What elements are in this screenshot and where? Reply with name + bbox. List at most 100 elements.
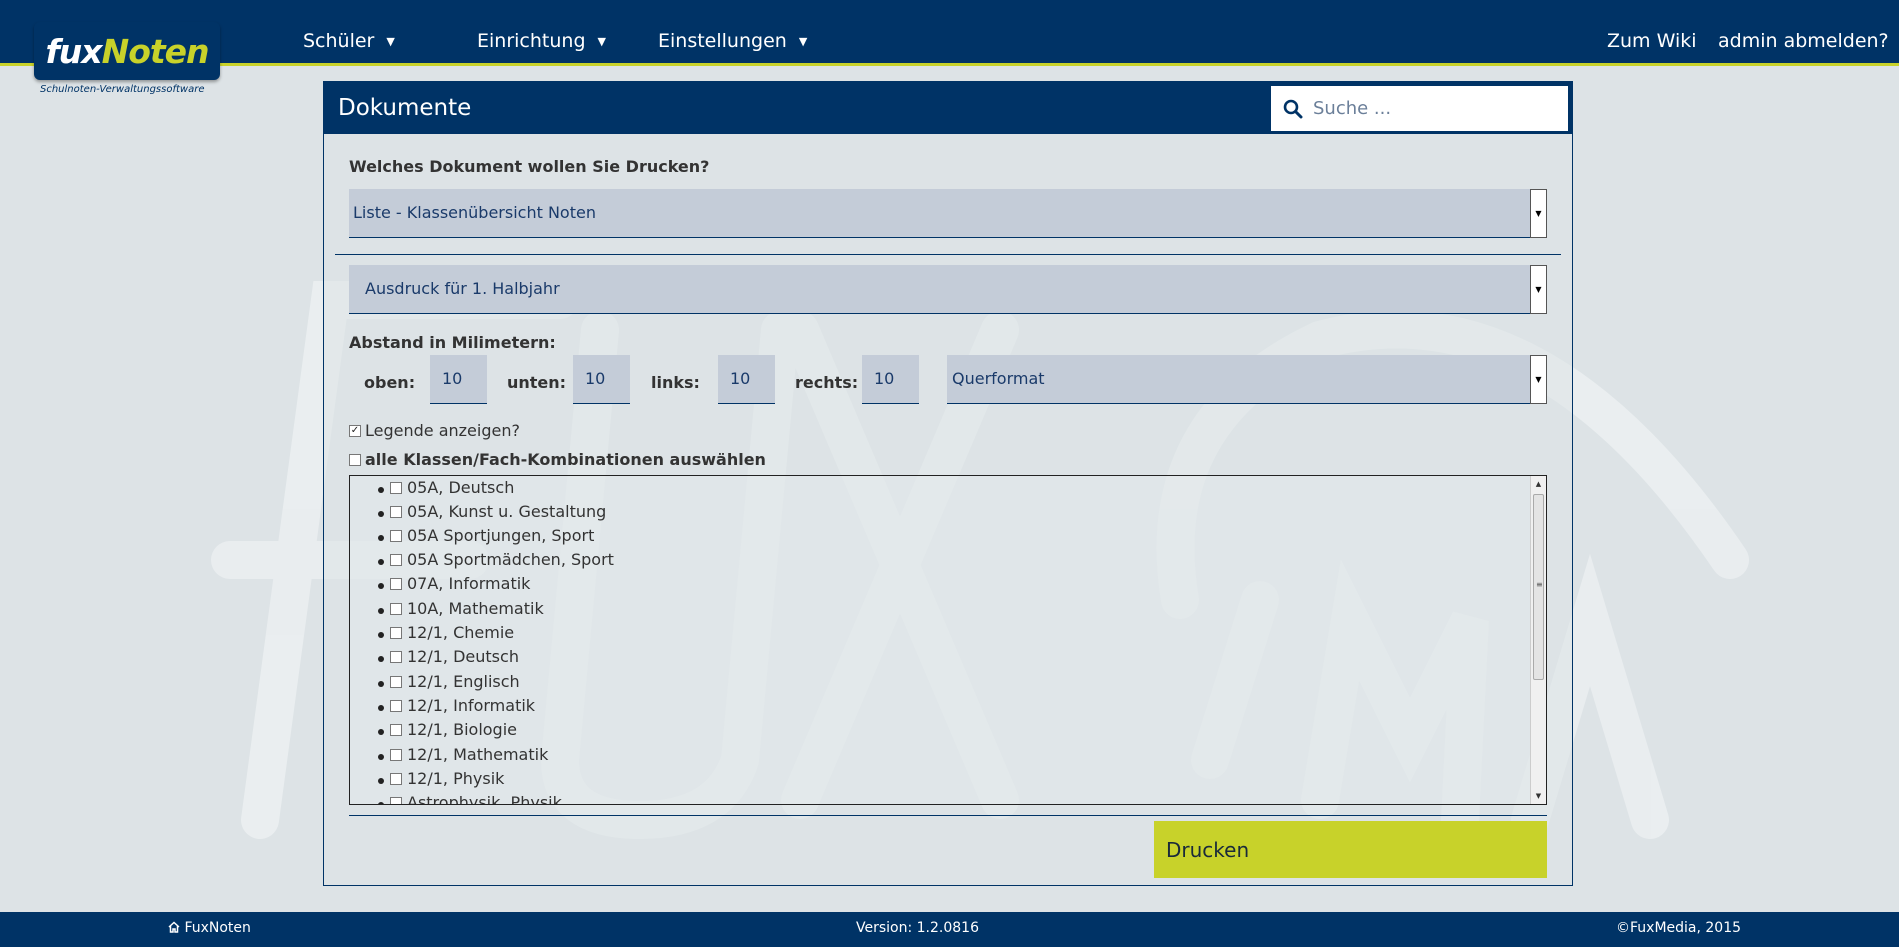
document-select-value: Liste - Klassenübersicht Noten — [353, 203, 596, 222]
nav-wiki-link[interactable]: Zum Wiki — [1607, 30, 1697, 52]
home-icon — [168, 921, 180, 933]
divider — [349, 815, 1547, 816]
bullet-icon — [378, 754, 384, 760]
app-logo[interactable]: fuxNoten — [34, 22, 220, 80]
bullet-icon — [378, 778, 384, 784]
combination-label: 12/1, Deutsch — [407, 647, 519, 666]
nav-logout-link[interactable]: admin abmelden? — [1718, 30, 1889, 52]
bullet-icon — [378, 608, 384, 614]
bullet-icon — [378, 681, 384, 687]
list-item: 12/1, Physik — [350, 768, 1520, 792]
bullet-icon — [378, 705, 384, 711]
search-input[interactable] — [1313, 98, 1543, 119]
scroll-down-arrow-icon[interactable]: ▼ — [1531, 788, 1546, 804]
margin-top-value: 10 — [442, 369, 463, 388]
bullet-icon — [378, 632, 384, 638]
combination-label: 05A, Deutsch — [407, 478, 515, 497]
list-item: 05A Sportmädchen, Sport — [350, 549, 1520, 573]
combination-label: 12/1, Informatik — [407, 696, 536, 715]
list-item: 07A, Informatik — [350, 573, 1520, 597]
divider — [335, 254, 1561, 255]
list-item: Astrophysik, Physik — [350, 792, 1520, 805]
list-item: 05A, Kunst u. Gestaltung — [350, 501, 1520, 525]
footer-version: Version: 1.2.0816 — [856, 920, 979, 936]
period-select-value: Ausdruck für 1. Halbjahr — [365, 279, 560, 298]
search-box[interactable] — [1269, 84, 1570, 133]
margin-bottom-value: 10 — [585, 369, 606, 388]
margin-left-input[interactable]: 10 — [718, 355, 775, 404]
nav-schueler[interactable]: Schüler ▼ — [303, 30, 395, 52]
footer-home-link[interactable]: FuxNoten — [168, 920, 251, 936]
scroll-thumb[interactable]: ≡ — [1533, 494, 1544, 680]
combination-label: 05A Sportjungen, Sport — [407, 526, 595, 545]
combination-checkbox[interactable] — [390, 530, 402, 542]
footer: FuxNoten Version: 1.2.0816 ©FuxMedia, 20… — [0, 912, 1899, 947]
legend-checkbox-label: Legende anzeigen? — [365, 421, 520, 440]
combination-label: 07A, Informatik — [407, 574, 531, 593]
nav-einrichtung-label: Einrichtung — [477, 30, 586, 52]
select-all-checkbox[interactable] — [349, 454, 361, 466]
logo-subtitle: Schulnoten-Verwaltungssoftware — [40, 84, 205, 95]
print-button[interactable]: Drucken — [1154, 821, 1547, 878]
grip-icon: ≡ — [1536, 580, 1543, 589]
select-all-checkbox-label: alle Klassen/Fach-Kombinationen auswähle… — [365, 450, 766, 469]
list-item: 12/1, Deutsch — [350, 646, 1520, 670]
list-item: 12/1, Biologie — [350, 719, 1520, 743]
nav-einrichtung[interactable]: Einrichtung ▼ — [477, 30, 606, 52]
combination-label: 05A Sportmädchen, Sport — [407, 550, 614, 569]
bullet-icon — [378, 511, 384, 517]
margins-label: Abstand in Milimetern: — [349, 333, 556, 352]
combination-checkbox[interactable] — [390, 554, 402, 566]
period-select[interactable]: Ausdruck für 1. Halbjahr ▼ — [349, 265, 1547, 314]
list-scrollbar[interactable]: ▲ ≡ ▼ — [1530, 476, 1546, 804]
scroll-up-arrow-icon[interactable]: ▲ — [1531, 476, 1546, 492]
margin-top-input[interactable]: 10 — [430, 355, 487, 404]
margin-right-label: rechts: — [795, 373, 859, 392]
bullet-icon — [378, 729, 384, 735]
logo-noten-text: Noten — [101, 31, 210, 71]
combination-checkbox[interactable] — [390, 506, 402, 518]
combination-checkbox[interactable] — [390, 749, 402, 761]
combination-checkbox[interactable] — [390, 700, 402, 712]
combination-list[interactable]: 05A, Deutsch 05A, Kunst u. Gestaltung 05… — [349, 475, 1547, 805]
bullet-icon — [378, 802, 384, 804]
search-icon — [1283, 99, 1303, 118]
combination-label: Astrophysik, Physik — [407, 793, 562, 805]
combination-label: 12/1, Englisch — [407, 672, 520, 691]
combination-checkbox[interactable] — [390, 603, 402, 615]
combination-checkbox[interactable] — [390, 797, 402, 804]
combination-checkbox[interactable] — [390, 724, 402, 736]
margin-top-label: oben: — [364, 373, 416, 392]
list-item: 12/1, Chemie — [350, 622, 1520, 646]
bullet-icon — [378, 583, 384, 589]
margin-bottom-input[interactable]: 10 — [573, 355, 630, 404]
combination-checkbox[interactable] — [390, 651, 402, 663]
combination-checkbox[interactable] — [390, 578, 402, 590]
combination-checkbox[interactable] — [390, 773, 402, 785]
select-arrow-icon: ▼ — [1530, 189, 1547, 238]
orientation-select[interactable]: Querformat ▼ — [947, 355, 1547, 404]
combination-checkbox[interactable] — [390, 627, 402, 639]
caret-down-icon: ▼ — [386, 35, 395, 48]
list-item: 05A Sportjungen, Sport — [350, 525, 1520, 549]
document-select[interactable]: Liste - Klassenübersicht Noten ▼ — [349, 189, 1547, 238]
margin-right-input[interactable]: 10 — [862, 355, 919, 404]
legend-checkbox[interactable]: ✓ — [349, 425, 361, 437]
combination-checkbox[interactable] — [390, 482, 402, 494]
select-arrow-icon: ▼ — [1530, 265, 1547, 314]
nav-einstellungen[interactable]: Einstellungen ▼ — [658, 30, 807, 52]
bullet-icon — [378, 487, 384, 493]
bullet-icon — [378, 559, 384, 565]
caret-down-icon: ▼ — [597, 35, 606, 48]
margin-right-value: 10 — [874, 369, 895, 388]
margin-bottom-label: unten: — [507, 373, 567, 392]
bullet-icon — [378, 535, 384, 541]
combination-checkbox[interactable] — [390, 676, 402, 688]
combination-label: 12/1, Mathematik — [407, 745, 549, 764]
orientation-select-value: Querformat — [952, 369, 1045, 388]
combination-label: 12/1, Physik — [407, 769, 505, 788]
nav-schueler-label: Schüler — [303, 30, 375, 52]
combination-label: 12/1, Biologie — [407, 720, 517, 739]
list-item: 05A, Deutsch — [350, 477, 1520, 501]
bullet-icon — [378, 656, 384, 662]
